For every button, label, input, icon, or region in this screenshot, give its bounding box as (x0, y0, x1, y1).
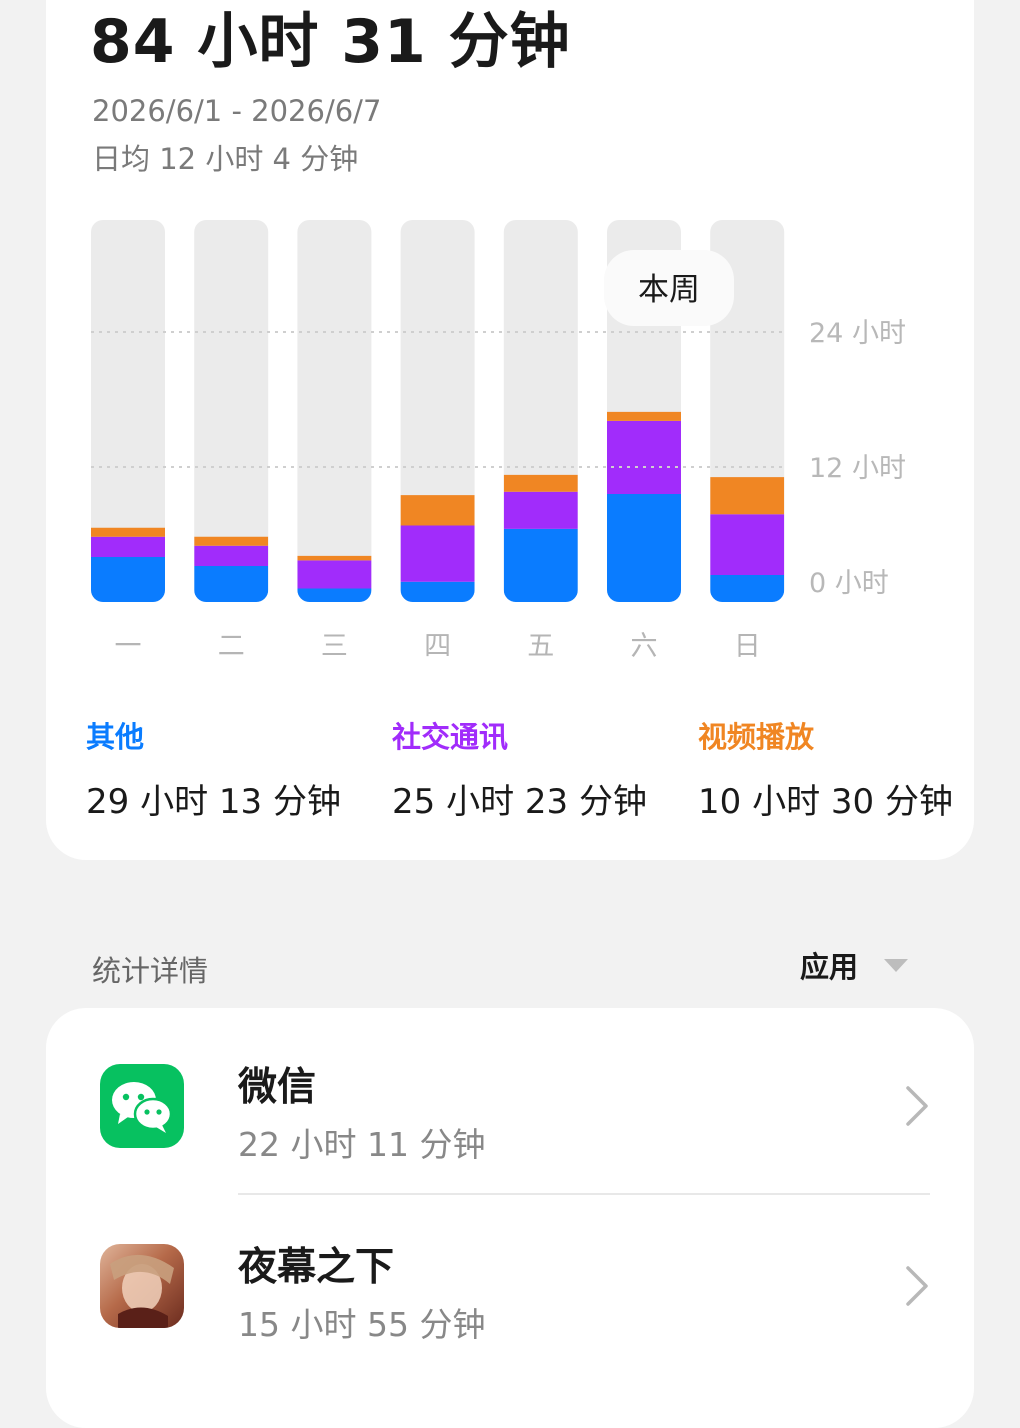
app-list-card: 微信 22 小时 11 分钟 夜幕之下 15 小时 55 分钟 (46, 1008, 974, 1428)
bar-segment (710, 575, 785, 602)
bar-segment (91, 557, 165, 602)
details-title: 统计详情 (92, 954, 209, 988)
legend-item-social: 社交通讯 25 小时 23 分钟 (392, 714, 647, 823)
bar-segment (297, 555, 372, 561)
sort-dropdown[interactable]: 应用 (800, 945, 909, 985)
bar-segment (710, 477, 785, 515)
x-tick-label: 三 (321, 631, 348, 662)
legend-value: 25 小时 23 分钟 (392, 782, 647, 822)
app-name: 微信 (238, 1065, 317, 1110)
list-item-game[interactable]: 夜幕之下 15 小时 55 分钟 (46, 1194, 974, 1374)
x-tick-label: 四 (424, 631, 451, 662)
bar-segment (91, 536, 165, 557)
wechat-icon (100, 1064, 184, 1148)
list-item-wechat[interactable]: 微信 22 小时 11 分钟 (46, 1008, 974, 1188)
x-tick-label: 一 (115, 631, 142, 662)
bar-segment (400, 581, 475, 602)
legend-label: 视频播放 (698, 720, 815, 754)
x-tick-label: 五 (527, 631, 554, 662)
weekly-usage-chart[interactable]: 一 二 三 四 五 六 日 0 小时 12 小时 24 小时 本周 (0, 0, 1020, 700)
highlight-label: 本周 (638, 272, 700, 308)
game-icon (100, 1244, 184, 1328)
x-tick-label: 六 (631, 631, 658, 662)
bar-segment (194, 566, 269, 602)
bar-segment (607, 411, 681, 421)
y-tick-label: 0 小时 (809, 568, 889, 599)
bar-segment (297, 560, 372, 589)
bar-segment (400, 525, 475, 582)
legend-label: 社交通讯 (392, 720, 509, 754)
sort-label: 应用 (800, 950, 859, 984)
app-usage-time: 15 小时 55 分钟 (238, 1305, 486, 1344)
legend-item-other: 其他 29 小时 13 分钟 (86, 714, 341, 823)
bar-segment (297, 588, 372, 602)
bar-segment (607, 420, 681, 494)
app-name: 夜幕之下 (238, 1245, 395, 1290)
y-tick-label: 24 小时 (809, 318, 906, 349)
legend-value: 29 小时 13 分钟 (86, 782, 341, 822)
bar-segment (710, 514, 785, 575)
bar-segment (194, 536, 269, 546)
app-usage-time: 22 小时 11 分钟 (238, 1125, 486, 1164)
chevron-down-icon (884, 958, 909, 972)
chevron-right-icon (906, 1086, 928, 1126)
x-tick-label: 日 (734, 631, 761, 662)
y-tick-label: 12 小时 (809, 453, 906, 484)
bar-segment (91, 527, 165, 537)
bar-segment (400, 495, 475, 526)
bar-segment (503, 474, 578, 492)
legend-item-video: 视频播放 10 小时 30 分钟 (698, 714, 953, 823)
bar-segment (503, 528, 578, 602)
bar-track (297, 220, 372, 602)
x-tick-label: 二 (218, 631, 245, 662)
legend-label: 其他 (86, 720, 145, 754)
bar-segment (503, 491, 578, 529)
bar-segment (607, 494, 681, 602)
bar-segment (194, 545, 269, 566)
chevron-right-icon (906, 1266, 928, 1306)
legend-value: 10 小时 30 分钟 (698, 782, 953, 822)
